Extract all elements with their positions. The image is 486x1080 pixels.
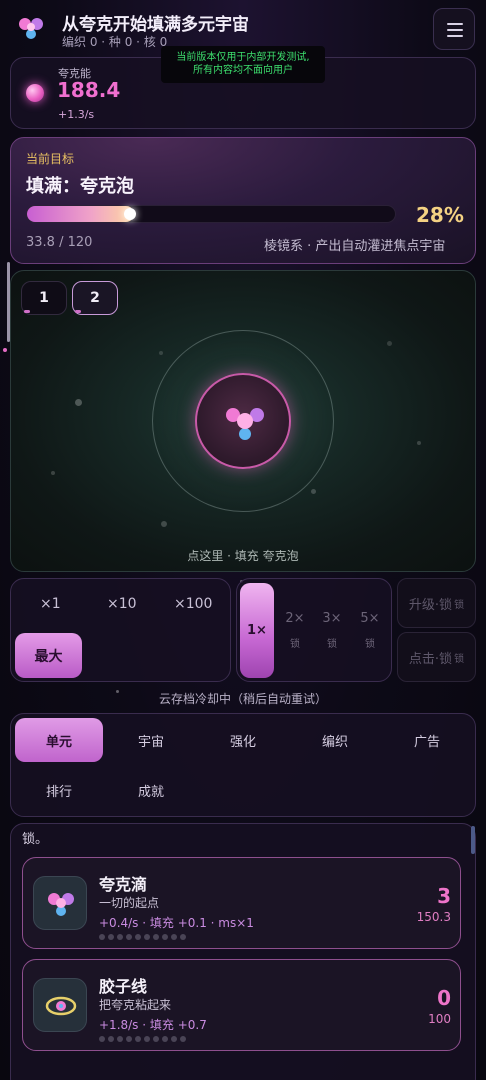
unit-stats: +0.4/s · 填充 +0.1 · ms×1	[99, 916, 254, 930]
app-title: 从夸克开始填满多元宇宙	[62, 15, 249, 35]
click-lock: 锁	[454, 653, 465, 665]
unit-level-dots	[99, 1036, 186, 1042]
nav-enhance[interactable]: 强化	[199, 718, 287, 762]
scene-caption: 点这里 · 填充 夸克泡	[187, 549, 299, 563]
tab-marker	[24, 310, 30, 313]
resource-summary: 编织 0 · 种 0 · 核 0	[62, 35, 168, 49]
speed-3x-button[interactable]: 3×	[319, 611, 345, 626]
goal-title: 填满：夸克泡	[26, 176, 134, 197]
unit-cost: 150.3	[416, 910, 451, 924]
unit-stats: +1.8/s · 填充 +0.7	[99, 1018, 207, 1032]
speed-5x-lock: 锁	[365, 639, 375, 650]
energy-value: 188.4	[57, 78, 121, 102]
unit-name: 夸克滴	[99, 875, 148, 894]
goal-count: 33.8 / 120	[26, 235, 93, 250]
unit-desc: 一切的起点	[99, 896, 160, 910]
goal-progress-fill	[27, 206, 134, 222]
goal-note: 棱镜系 · 产出自动灌进焦点宇宙	[264, 239, 446, 254]
unit-list-head: 锁。	[22, 832, 49, 847]
goal-progress-knob	[124, 208, 136, 220]
click-locked-button[interactable]: 点击·锁 锁	[397, 632, 476, 682]
unit-desc: 把夸克粘起来	[99, 998, 172, 1012]
nav-universe[interactable]: 宇宙	[107, 718, 195, 762]
nav-achievements[interactable]: 成就	[107, 768, 195, 812]
scene-scrollbar[interactable]	[7, 262, 10, 342]
click-label: 点击·锁	[408, 651, 453, 667]
gluon-eye-icon	[33, 978, 87, 1032]
upgrade-locked-button[interactable]: 升级·锁 锁	[397, 578, 476, 628]
upgrade-lock: 锁	[454, 599, 465, 611]
energy-rate: +1.3/s	[58, 108, 95, 121]
universe-tab-1-label: 1	[39, 290, 49, 306]
unit-name: 胶子线	[99, 977, 148, 996]
speed-3x-lock: 锁	[327, 639, 337, 650]
multiplier-x1[interactable]: ×1	[40, 596, 61, 612]
menu-button[interactable]	[433, 8, 475, 50]
indicator-dot	[3, 348, 7, 352]
unit-cost: 100	[428, 1012, 451, 1026]
speed-2x-lock: 锁	[290, 639, 300, 650]
quark-icon	[226, 408, 264, 440]
hamburger-icon-line	[447, 29, 463, 31]
unit-owned-count: 0	[437, 986, 451, 1010]
speed-1x-button[interactable]: 1×	[240, 583, 274, 678]
nav-units[interactable]: 单元	[15, 718, 103, 762]
goal-progress-bar	[26, 205, 396, 223]
universe-tab-1[interactable]: 1	[21, 281, 67, 315]
quark-bubble-button[interactable]	[195, 373, 291, 469]
hamburger-icon-line	[447, 35, 463, 37]
speed-5x-button[interactable]: 5×	[357, 611, 383, 626]
universe-tab-2[interactable]: 2	[72, 281, 118, 315]
multiplier-x10[interactable]: ×10	[107, 596, 137, 612]
unit-list-scrollbar[interactable]	[471, 826, 475, 854]
goal-label: 当前目标	[26, 152, 75, 166]
unit-card-gluon[interactable]: 胶子线 把夸克粘起来 +1.8/s · 填充 +0.7 0 100	[22, 959, 461, 1051]
dev-notice: 当前版本仅用于内部开发测试, 所有内容均不面向用户	[161, 46, 325, 83]
unit-owned-count: 3	[437, 884, 451, 908]
speed-2x-button[interactable]: 2×	[282, 611, 308, 626]
multiplier-max-button[interactable]: 最大	[15, 633, 82, 678]
tab-marker	[75, 310, 81, 313]
quark-drop-icon	[33, 876, 87, 930]
hamburger-icon	[447, 23, 463, 25]
energy-orb-icon	[26, 84, 44, 102]
universe-tab-2-label: 2	[90, 290, 100, 306]
upgrade-label: 升级·锁	[408, 597, 453, 613]
nav-weave[interactable]: 编织	[291, 718, 379, 762]
nav-ads[interactable]: 广告	[383, 718, 471, 762]
unit-card-quark[interactable]: 夸克滴 一切的起点 +0.4/s · 填充 +0.1 · ms×1 3 150.…	[22, 857, 461, 949]
dev-notice-line1: 当前版本仅用于内部开发测试,	[176, 52, 310, 63]
dev-notice-line2: 所有内容均不面向用户	[193, 65, 293, 76]
app-logo-icon	[14, 12, 48, 46]
multiplier-x100[interactable]: ×100	[174, 596, 212, 612]
cloud-save-status: 云存档冷却中（稍后自动重试）	[158, 692, 327, 706]
goal-percent: 28%	[416, 203, 464, 227]
unit-level-dots	[99, 934, 186, 940]
nav-rank[interactable]: 排行	[15, 768, 103, 812]
